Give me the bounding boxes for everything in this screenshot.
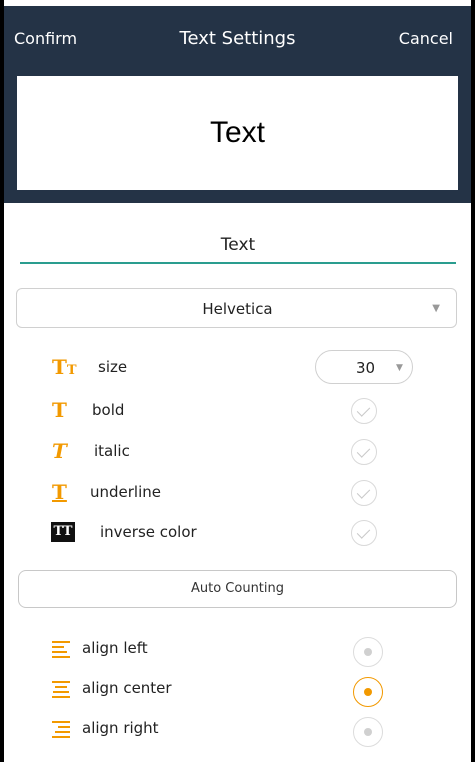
cancel-button[interactable]: Cancel bbox=[399, 29, 453, 48]
italic-icon: T bbox=[52, 439, 67, 463]
align-center-icon bbox=[52, 680, 70, 698]
font-select-value: Helvetica bbox=[202, 300, 273, 318]
align-left-label: align left bbox=[82, 639, 148, 657]
align-right-label: align right bbox=[82, 719, 159, 737]
italic-row: T italic bbox=[4, 432, 471, 472]
italic-label: italic bbox=[94, 442, 130, 460]
inverse-color-checkbox[interactable] bbox=[351, 520, 377, 546]
italic-checkbox[interactable] bbox=[351, 439, 377, 465]
bold-row: T bold bbox=[4, 391, 471, 431]
size-select[interactable]: 30 ▼ bbox=[315, 350, 413, 384]
inverse-color-icon: TT bbox=[51, 522, 75, 542]
inverse-color-label: inverse color bbox=[100, 523, 197, 541]
align-right-icon bbox=[52, 720, 70, 738]
text-size-icon: TT bbox=[52, 355, 77, 379]
text-preview: Text bbox=[17, 76, 458, 190]
font-select[interactable]: Helvetica ▼ bbox=[16, 288, 457, 328]
auto-counting-button[interactable]: Auto Counting bbox=[18, 570, 457, 608]
bold-icon: T bbox=[52, 398, 67, 422]
align-center-row: align center bbox=[4, 669, 471, 709]
underline-row: T underline bbox=[4, 473, 471, 513]
align-right-row: align right bbox=[4, 709, 471, 749]
top-bar: Confirm Text Settings Cancel bbox=[4, 6, 471, 76]
size-label: size bbox=[98, 358, 128, 376]
underline-checkbox[interactable] bbox=[351, 480, 377, 506]
align-left-row: align left bbox=[4, 629, 471, 669]
text-settings-screen: Confirm Text Settings Cancel Text Text H… bbox=[4, 0, 471, 762]
chevron-down-icon: ▼ bbox=[432, 303, 440, 314]
preview-text: Text bbox=[209, 116, 266, 149]
align-left-icon bbox=[52, 640, 70, 658]
underline-icon: T bbox=[52, 480, 67, 504]
text-input[interactable]: Text bbox=[20, 230, 456, 264]
inverse-row: TT inverse color bbox=[4, 513, 471, 553]
align-right-radio[interactable] bbox=[353, 717, 383, 747]
bold-label: bold bbox=[92, 401, 125, 419]
align-center-label: align center bbox=[82, 679, 172, 697]
align-left-radio[interactable] bbox=[353, 637, 383, 667]
align-center-radio[interactable] bbox=[353, 677, 383, 707]
chevron-down-icon: ▼ bbox=[396, 363, 403, 373]
size-select-value: 30 bbox=[356, 359, 376, 377]
bold-checkbox[interactable] bbox=[351, 398, 377, 424]
underline-label: underline bbox=[90, 483, 162, 501]
